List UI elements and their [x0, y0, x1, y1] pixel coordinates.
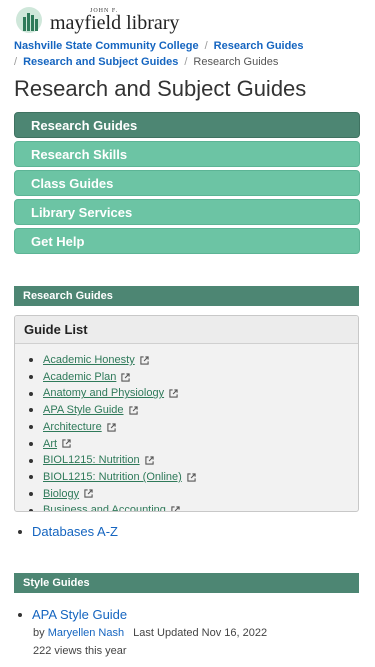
- page-title: Research and Subject Guides: [14, 76, 307, 101]
- guide-list-panel[interactable]: Guide List Academic Honesty Academic Plan…: [14, 315, 359, 512]
- guide-nav: Research Guides Research Skills Class Gu…: [14, 112, 360, 257]
- bullet: [29, 458, 33, 463]
- list-item: Databases A-Z: [18, 524, 118, 539]
- breadcrumb-subject-guides[interactable]: Research and Subject Guides: [23, 56, 178, 68]
- external-link-icon: [121, 372, 131, 382]
- external-link-icon: [187, 473, 196, 482]
- guide-link[interactable]: Art: [43, 436, 57, 453]
- external-link-icon: [144, 456, 154, 465]
- list-item: APA Style Guide: [18, 607, 127, 622]
- bullet: [29, 475, 33, 480]
- apa-style-guide-link[interactable]: APA Style Guide: [32, 607, 127, 622]
- view-count: 222 views this year: [33, 645, 127, 657]
- list-item: BIOL1215: Nutrition: [29, 452, 358, 469]
- external-link-icon: [171, 506, 180, 511]
- guide-link[interactable]: APA Style Guide: [43, 402, 124, 419]
- databases-az-link[interactable]: Databases A-Z: [32, 524, 118, 539]
- databases-list: Databases A-Z: [18, 524, 118, 539]
- breadcrumb-separator: /: [184, 56, 188, 68]
- guide-list-title: Guide List: [15, 316, 358, 344]
- list-item: Art: [29, 436, 358, 453]
- bullet: [29, 425, 33, 430]
- nav-item-research-skills[interactable]: Research Skills: [14, 141, 360, 167]
- external-link-icon: [84, 489, 93, 499]
- guide-link[interactable]: Business and Accounting: [43, 502, 166, 511]
- breadcrumb-separator: /: [204, 40, 208, 52]
- breadcrumb-separator: /: [14, 56, 18, 68]
- library-logo[interactable]: JOHN F. mayfield library: [16, 6, 179, 34]
- guide-link[interactable]: BIOL1215: Nutrition: [43, 452, 140, 469]
- guide-list: Academic Honesty Academic Plan Anatomy and…: [15, 344, 358, 511]
- bullet: [29, 391, 33, 396]
- guide-meta: by Maryellen Nash Last Updated Nov 16, 2…: [33, 627, 267, 639]
- nav-item-library-services[interactable]: Library Services: [14, 199, 360, 225]
- guide-link[interactable]: Biology: [43, 486, 79, 503]
- last-updated: Last Updated Nov 16, 2022: [133, 627, 268, 639]
- external-link-icon: [107, 423, 116, 432]
- guide-link[interactable]: Academic Plan: [43, 369, 116, 386]
- list-item: Academic Honesty: [29, 352, 358, 369]
- external-link-icon: [169, 389, 178, 398]
- breadcrumb: Nashville State Community College / Resear…: [14, 38, 364, 70]
- logo-name: mayfield library: [50, 11, 180, 34]
- list-item: BIOL1215: Nutrition (Online): [29, 469, 358, 486]
- breadcrumb-current: Research Guides: [193, 56, 279, 68]
- external-link-icon: [128, 406, 138, 415]
- bullet: [29, 375, 33, 380]
- breadcrumb-college[interactable]: Nashville State Community College: [14, 40, 199, 52]
- breadcrumb-research-guides[interactable]: Research Guides: [214, 40, 304, 52]
- list-item: Academic Plan: [29, 369, 358, 386]
- style-guides-list: APA Style Guide: [18, 607, 127, 622]
- bullet: [29, 491, 33, 496]
- library-logo-icon: [16, 7, 46, 33]
- nav-item-get-help[interactable]: Get Help: [14, 228, 360, 254]
- by-label: by: [33, 627, 45, 639]
- style-guides-box-title: Style Guides: [14, 573, 359, 593]
- list-item: Architecture: [29, 419, 358, 436]
- bullet: [29, 508, 33, 511]
- guide-link[interactable]: Academic Honesty: [43, 352, 135, 369]
- guide-link[interactable]: BIOL1215: Nutrition (Online): [43, 469, 182, 486]
- bullet: [29, 408, 33, 413]
- external-link-icon: [140, 356, 149, 365]
- research-guides-box-title: Research Guides: [14, 286, 359, 306]
- bullet: [29, 441, 33, 446]
- nav-item-research-guides[interactable]: Research Guides: [14, 112, 360, 138]
- list-item: Biology: [29, 486, 358, 503]
- bullet: [29, 358, 33, 363]
- guide-link[interactable]: Anatomy and Physiology: [43, 385, 164, 402]
- guide-link[interactable]: Architecture: [43, 419, 102, 436]
- nav-item-class-guides[interactable]: Class Guides: [14, 170, 360, 196]
- list-item: APA Style Guide: [29, 402, 358, 419]
- external-link-icon: [62, 439, 71, 448]
- list-item: Business and Accounting: [29, 502, 358, 511]
- list-item: Anatomy and Physiology: [29, 385, 358, 402]
- author-link[interactable]: Maryellen Nash: [48, 627, 124, 639]
